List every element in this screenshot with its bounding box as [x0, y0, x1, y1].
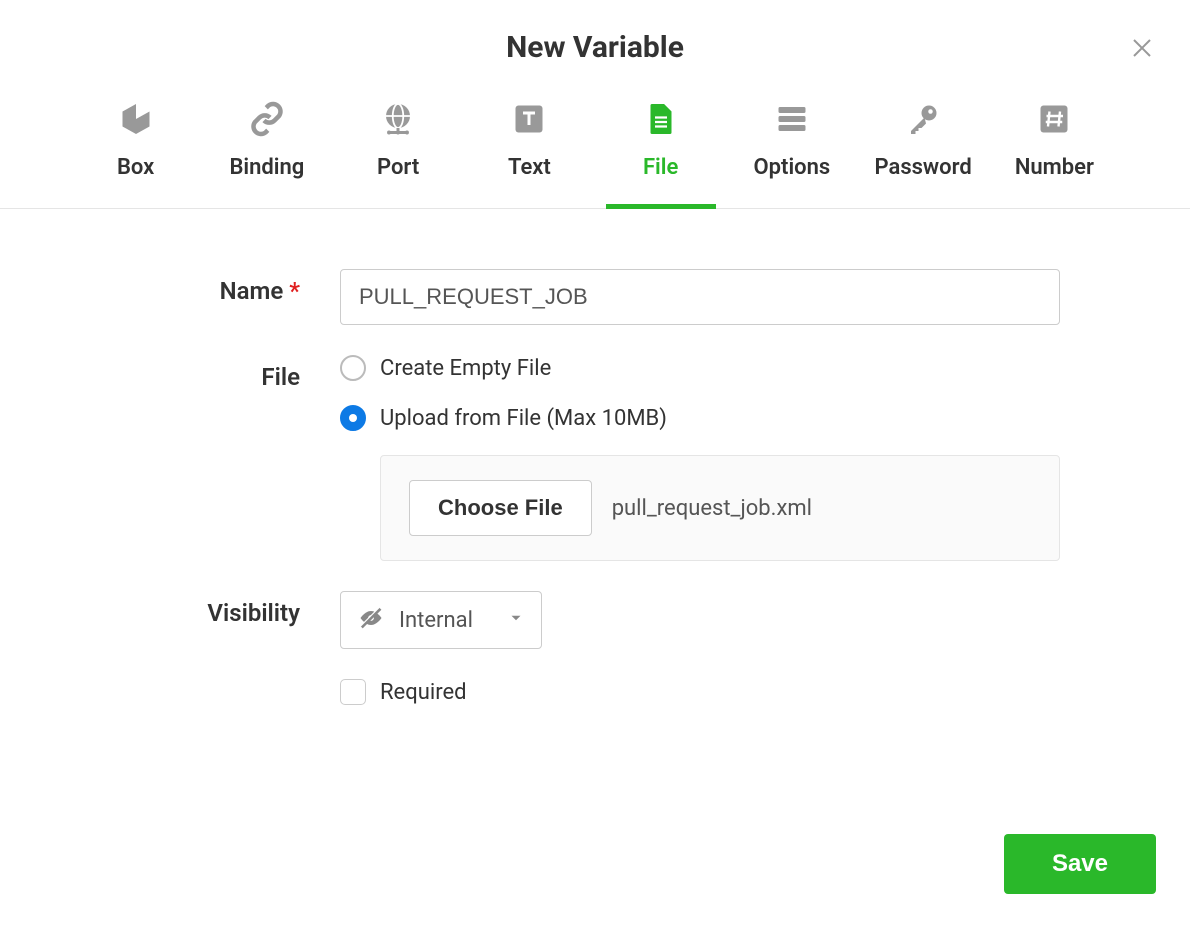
name-label-text: Name — [220, 277, 284, 305]
tab-port[interactable]: Port — [333, 85, 464, 208]
link-icon — [249, 101, 285, 137]
text-icon — [511, 101, 547, 137]
list-icon — [774, 101, 810, 137]
required-checkbox[interactable]: Required — [340, 679, 1060, 705]
required-row: Required — [0, 679, 1060, 705]
uploaded-filename: pull_request_job.xml — [612, 496, 812, 521]
radio-label: Create Empty File — [380, 356, 551, 381]
eye-off-icon — [357, 604, 385, 636]
tab-label: Options — [754, 155, 831, 180]
tab-label: Binding — [229, 155, 304, 180]
required-label: Required — [380, 680, 467, 705]
variable-type-tabs: Box Binding Port Text File — [0, 85, 1190, 209]
name-label: Name * — [0, 269, 340, 305]
tab-label: Text — [508, 155, 551, 180]
dialog-header: New Variable — [0, 0, 1190, 85]
globe-icon — [380, 101, 416, 137]
checkbox-icon — [340, 679, 366, 705]
file-icon — [643, 101, 679, 137]
choose-file-button[interactable]: Choose File — [409, 480, 592, 536]
tab-label: File — [643, 155, 678, 180]
box-icon — [118, 101, 154, 137]
key-icon — [905, 101, 941, 137]
required-asterisk: * — [289, 277, 300, 305]
tab-label: Port — [377, 155, 419, 180]
radio-label: Upload from File (Max 10MB) — [380, 406, 667, 431]
radio-icon — [340, 405, 366, 431]
radio-upload-file[interactable]: Upload from File (Max 10MB) — [340, 405, 1060, 431]
variable-form: Name * File Create Empty File Upload fro… — [0, 209, 1190, 705]
radio-create-empty[interactable]: Create Empty File — [340, 355, 1060, 381]
tab-number[interactable]: Number — [989, 85, 1120, 208]
caret-down-icon — [507, 609, 525, 631]
file-label: File — [0, 355, 340, 391]
tab-label: Number — [1015, 155, 1094, 180]
tab-label: Password — [875, 155, 972, 180]
tab-binding[interactable]: Binding — [201, 85, 332, 208]
tab-label: Box — [117, 155, 154, 180]
name-row: Name * — [0, 269, 1060, 325]
radio-icon — [340, 355, 366, 381]
visibility-row: Visibility Internal — [0, 591, 1060, 649]
name-input[interactable] — [340, 269, 1060, 325]
visibility-value: Internal — [399, 608, 473, 633]
visibility-select[interactable]: Internal — [340, 591, 542, 649]
visibility-label: Visibility — [0, 591, 340, 627]
tab-file[interactable]: File — [595, 85, 726, 208]
close-icon — [1130, 45, 1154, 64]
dialog-title: New Variable — [0, 30, 1190, 65]
tab-text[interactable]: Text — [464, 85, 595, 208]
hash-icon — [1036, 101, 1072, 137]
tab-box[interactable]: Box — [70, 85, 201, 208]
file-row: File Create Empty File Upload from File … — [0, 355, 1060, 561]
tab-options[interactable]: Options — [726, 85, 857, 208]
upload-box: Choose File pull_request_job.xml — [380, 455, 1060, 561]
close-button[interactable] — [1130, 36, 1154, 64]
tab-password[interactable]: Password — [858, 85, 989, 208]
new-variable-dialog: New Variable Box Binding Port — [0, 0, 1190, 928]
save-button[interactable]: Save — [1004, 834, 1156, 894]
